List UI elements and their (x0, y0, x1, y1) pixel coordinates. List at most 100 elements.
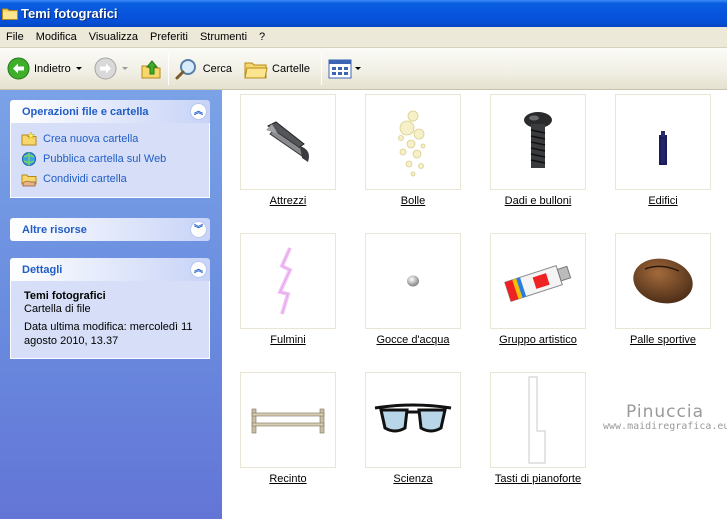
details-modified-line2: agosto 2010, 13.37 (24, 335, 119, 347)
back-label: Indietro (34, 62, 71, 75)
folder-item-palle-sportive[interactable]: Palle sportive (613, 233, 713, 346)
item-label: Palle sportive (629, 334, 697, 346)
task-label: Condividi cartella (43, 173, 127, 185)
folder-icon (2, 8, 18, 20)
details-folder-type: Cartella di file (24, 303, 91, 315)
folder-item-fulmini[interactable]: Fulmini (238, 233, 338, 346)
toolbar-separator (320, 52, 322, 85)
lightning-icon (277, 247, 293, 315)
details-folder-name: Temi fotografici (24, 290, 106, 302)
folder-item-gocce-d-acqua[interactable]: Gocce d'acqua (363, 233, 463, 346)
item-label: Tasti di pianoforte (494, 473, 582, 485)
menu-help[interactable]: ? (253, 27, 271, 48)
thumbnail (490, 233, 586, 329)
menu-modifica[interactable]: Modifica (30, 27, 83, 48)
collapse-up-icon[interactable]: ︽ (190, 261, 207, 278)
toolbar: Indietro Cerca Cartelle (0, 48, 727, 90)
item-label: Scienza (393, 473, 433, 485)
thumbnail (365, 372, 461, 468)
folder-item-scienza[interactable]: Scienza (363, 372, 463, 485)
forward-dropdown-icon[interactable] (121, 67, 128, 70)
views-button[interactable] (325, 53, 364, 85)
folder-item-recinto[interactable]: Recinto (238, 372, 338, 485)
thumbnail (240, 94, 336, 190)
back-dropdown-icon[interactable] (75, 67, 82, 70)
up-folder-icon (141, 59, 161, 78)
file-list-view[interactable]: Attrezzi Bolle Dadi e bulloni Edifici Fu… (222, 90, 727, 519)
panel-title: Altre risorse (22, 223, 87, 236)
folder-item-bolle[interactable]: Bolle (363, 94, 463, 207)
item-label: Gocce d'acqua (376, 334, 450, 346)
other-places-panel: Altre risorse ︾ (10, 218, 210, 241)
details-panel: Dettagli ︽ Temi fotografici Cartella di … (10, 258, 210, 359)
menu-bar: File Modifica Visualizza Preferiti Strum… (0, 27, 727, 48)
other-places-header[interactable]: Altre risorse ︾ (10, 218, 210, 241)
folder-item-dadi-e-bulloni[interactable]: Dadi e bulloni (488, 94, 588, 207)
thumbnail (240, 233, 336, 329)
folder-item-edifici[interactable]: Edifici (613, 94, 713, 207)
menu-visualizza[interactable]: Visualizza (83, 27, 144, 48)
building-icon (659, 131, 667, 165)
file-folder-tasks-body: Crea nuova cartella Pubblica cartella su… (10, 123, 210, 198)
window-title: Temi fotografici (21, 6, 118, 21)
item-label: Dadi e bulloni (504, 195, 572, 207)
folders-button[interactable]: Cartelle (241, 53, 313, 85)
task-label: Crea nuova cartella (43, 133, 139, 145)
folder-item-attrezzi[interactable]: Attrezzi (238, 94, 338, 207)
task-new-folder[interactable]: Crea nuova cartella (21, 129, 199, 149)
title-bar[interactable]: Temi fotografici (0, 0, 727, 27)
panel-title: Dettagli (22, 263, 63, 276)
search-button[interactable]: Cerca (172, 53, 235, 85)
forward-arrow-icon (94, 57, 117, 80)
thumbnail (365, 94, 461, 190)
collapse-up-icon[interactable]: ︽ (190, 103, 207, 120)
thumbnail (615, 233, 711, 329)
paint-tube-icon (504, 265, 572, 302)
share-folder-icon (21, 174, 37, 187)
back-arrow-icon (7, 57, 30, 80)
folder-item-tasti-di-pianoforte[interactable]: Tasti di pianoforte (488, 372, 588, 485)
task-pane: Operazioni file e cartella ︽ Crea nuova … (0, 90, 222, 519)
folders-icon (244, 62, 268, 78)
folder-item-gruppo-artistico[interactable]: Gruppo artistico (488, 233, 588, 346)
watermark: Pinuccia www.maidiregrafica.eu (603, 402, 727, 432)
back-button[interactable]: Indietro (4, 53, 85, 85)
menu-preferiti[interactable]: Preferiti (144, 27, 194, 48)
menu-strumenti[interactable]: Strumenti (194, 27, 253, 48)
views-icon (328, 59, 352, 78)
thumbnail (240, 372, 336, 468)
thumbnail (490, 372, 586, 468)
bubbles-icon (398, 110, 426, 177)
details-modified-line1: Data ultima modifica: mercoledì 11 (24, 321, 193, 333)
glasses-icon (374, 403, 452, 433)
piano-key-icon (528, 376, 546, 464)
folders-label: Cartelle (272, 62, 310, 75)
search-icon (175, 58, 196, 79)
thumbnail (490, 94, 586, 190)
task-share-folder[interactable]: Condividi cartella (21, 169, 199, 189)
thumbnail (365, 233, 461, 329)
water-drop-icon (407, 275, 419, 287)
watermark-name: Pinuccia (626, 402, 704, 422)
fence-icon (251, 408, 325, 434)
search-label: Cerca (202, 62, 233, 75)
thumbnail (615, 94, 711, 190)
publish-web-icon (22, 152, 36, 166)
views-dropdown-icon[interactable] (354, 67, 361, 70)
toolbar-separator (167, 52, 169, 85)
item-label: Recinto (269, 473, 307, 485)
task-publish-web[interactable]: Pubblica cartella sul Web (21, 149, 199, 169)
item-label: Edifici (648, 195, 678, 207)
task-label: Pubblica cartella sul Web (43, 153, 167, 165)
up-folder-button[interactable] (137, 53, 165, 85)
expand-down-icon[interactable]: ︾ (190, 221, 207, 238)
forward-button[interactable] (91, 53, 131, 85)
details-header[interactable]: Dettagli ︽ (10, 258, 210, 281)
item-label: Fulmini (270, 334, 306, 346)
item-label: Gruppo artistico (499, 334, 577, 346)
bolt-icon (524, 112, 552, 168)
menu-file[interactable]: File (0, 27, 30, 48)
file-folder-tasks-header[interactable]: Operazioni file e cartella ︽ (10, 100, 210, 123)
stapler-icon (266, 121, 309, 162)
details-body: Temi fotografici Cartella di file Data u… (10, 281, 210, 359)
